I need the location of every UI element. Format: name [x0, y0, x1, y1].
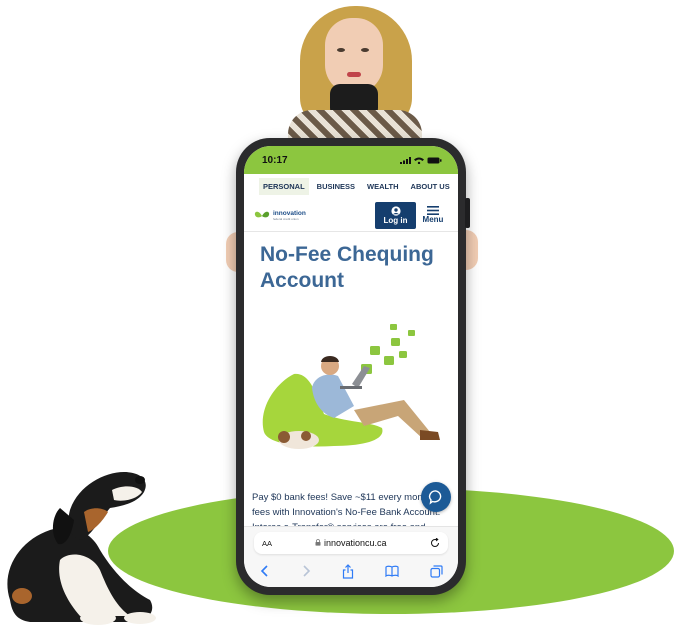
tab-about-us[interactable]: ABOUT US — [407, 178, 454, 195]
menu-button[interactable]: Menu — [416, 202, 450, 229]
share-icon[interactable] — [342, 563, 354, 579]
chat-bubble-icon — [428, 490, 442, 505]
tab-business[interactable]: BUSINESS — [313, 178, 359, 195]
status-bar: 10:17 — [244, 146, 458, 174]
chat-button[interactable] — [421, 482, 451, 512]
page-title: No-Fee Chequing Account — [260, 243, 434, 292]
tabs-icon[interactable] — [429, 564, 443, 578]
wifi-icon — [414, 157, 424, 164]
beanbag-man-illustration — [262, 324, 440, 449]
address-bar[interactable]: AA innovationcu.ca — [254, 532, 448, 554]
battery-icon — [427, 157, 442, 163]
hamburger-icon — [427, 206, 439, 215]
phone-screen: 10:17 PERSONAL BUSINESS WEALTH ABOUT US … — [244, 146, 458, 587]
phone-side-button — [465, 198, 470, 228]
signal-icon — [400, 156, 411, 164]
status-icons — [400, 156, 442, 164]
tab-wealth[interactable]: WEALTH — [363, 178, 403, 195]
top-nav: PERSONAL BUSINESS WEALTH ABOUT US — [244, 174, 458, 199]
face — [325, 18, 383, 94]
lock-icon — [315, 539, 321, 546]
login-label: Log in — [383, 215, 408, 225]
left-eye — [337, 48, 345, 52]
heart-reaction-icons — [361, 324, 415, 374]
tab-personal[interactable]: PERSONAL — [259, 178, 309, 195]
butterfly-logo-icon — [254, 211, 270, 217]
forward-icon[interactable] — [301, 564, 311, 578]
right-eye — [361, 48, 369, 52]
reload-icon[interactable] — [430, 538, 440, 548]
safari-bar: AA innovationcu.ca — [244, 526, 458, 587]
woman-figure — [280, 0, 430, 150]
bernese-dog — [7, 472, 156, 625]
logo-wordmark: innovation — [273, 209, 306, 217]
lips — [347, 72, 361, 77]
menu-label: Menu — [422, 215, 444, 224]
innovation-logo[interactable]: innovation federal credit union — [254, 210, 306, 221]
user-icon — [390, 205, 401, 216]
url-text: innovationcu.ca — [272, 538, 430, 548]
safari-toolbar — [244, 560, 458, 582]
url-label: innovationcu.ca — [323, 538, 387, 548]
login-button[interactable]: Log in — [375, 201, 416, 229]
smartphone: 10:17 PERSONAL BUSINESS WEALTH ABOUT US … — [236, 138, 470, 595]
back-icon[interactable] — [260, 564, 270, 578]
bookmarks-icon[interactable] — [384, 565, 399, 577]
status-time: 10:17 — [262, 154, 288, 166]
site-header: innovation federal credit union Log in M… — [244, 199, 458, 232]
logo-tagline: federal credit union — [273, 216, 299, 221]
text-size-button[interactable]: AA — [262, 539, 272, 548]
